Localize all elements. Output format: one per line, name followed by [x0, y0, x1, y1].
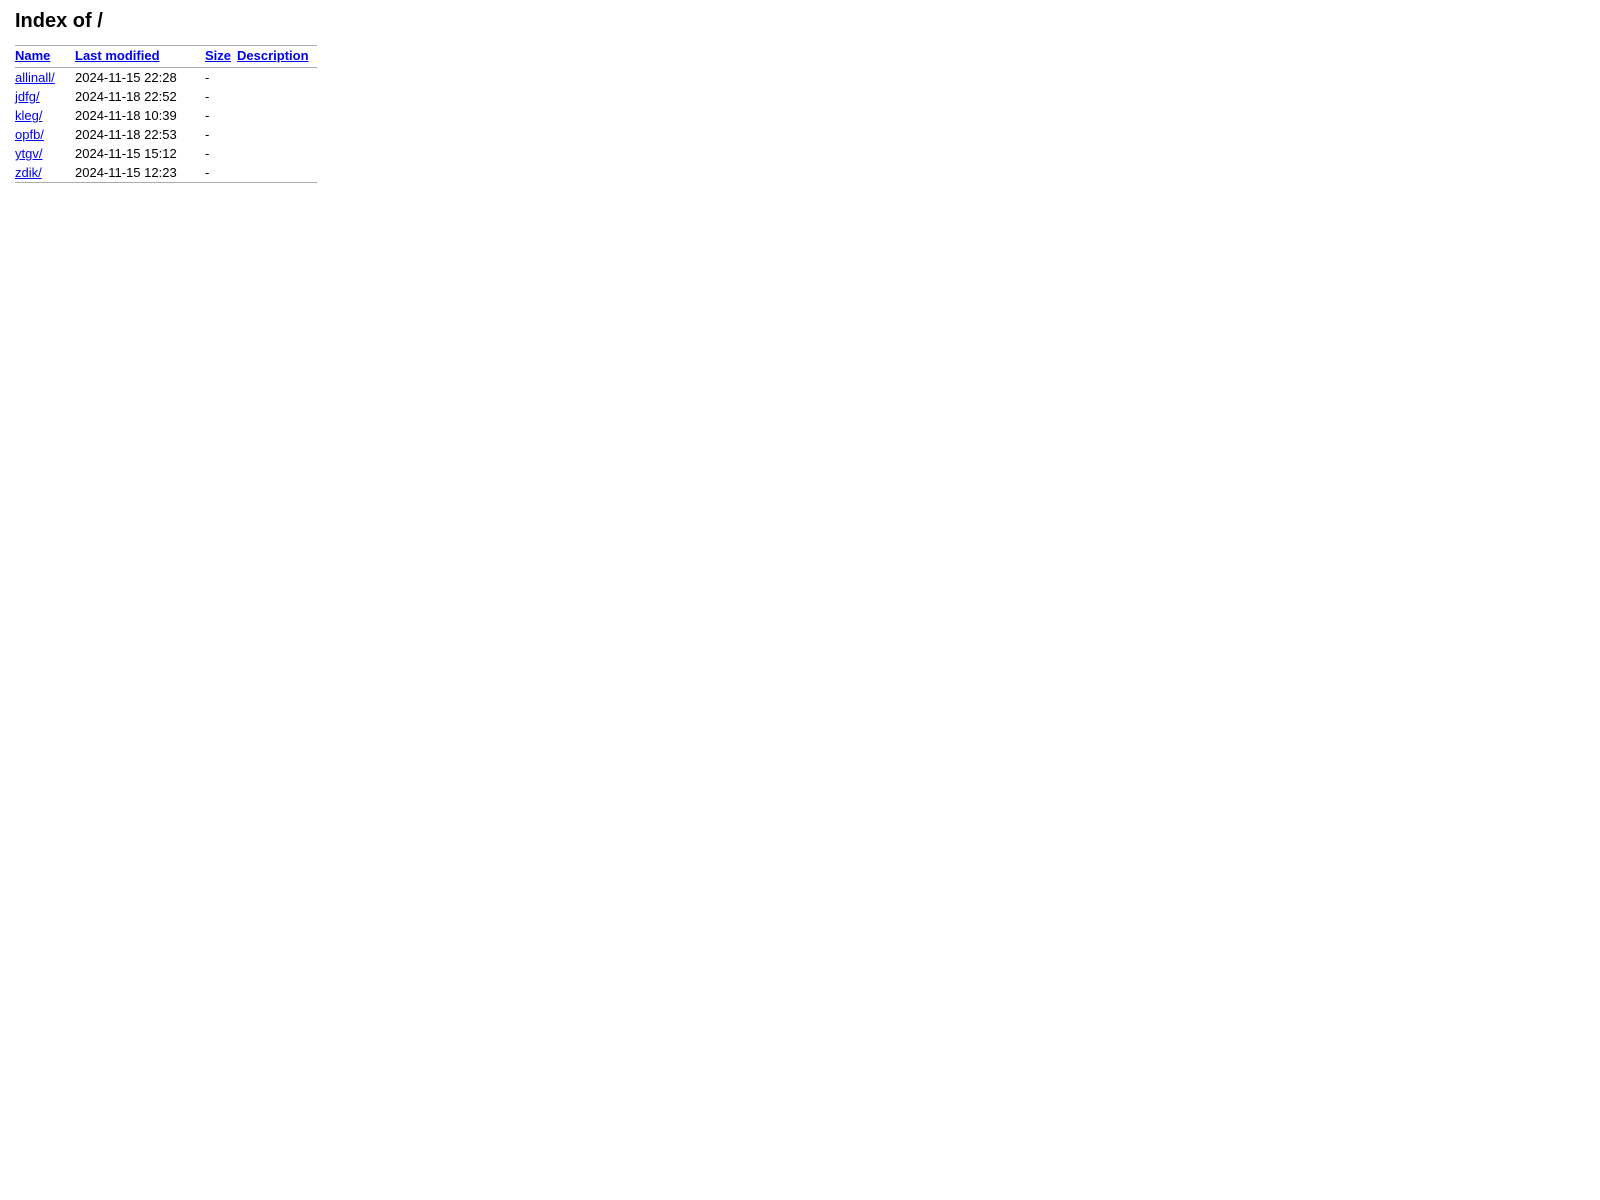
table-row: zdik/2024-11-15 12:23-	[15, 163, 317, 183]
page-title: Index of /	[15, 10, 1585, 33]
directory-link[interactable]: zdik/	[15, 165, 42, 180]
directory-link[interactable]: opfb/	[15, 127, 44, 142]
table-footer-cell	[15, 183, 317, 188]
cell-description	[237, 125, 317, 144]
cell-size: -	[205, 68, 237, 88]
col-description-link[interactable]: Description	[237, 48, 309, 63]
cell-last-modified: 2024-11-15 12:23	[75, 163, 205, 183]
table-row: opfb/2024-11-18 22:53-	[15, 125, 317, 144]
cell-size: -	[205, 144, 237, 163]
cell-size: -	[205, 87, 237, 106]
cell-last-modified: 2024-11-18 10:39	[75, 106, 205, 125]
table-footer-row	[15, 183, 317, 188]
directory-link[interactable]: allinall/	[15, 70, 55, 85]
table-row: jdfg/2024-11-18 22:52-	[15, 87, 317, 106]
col-header-description: Description	[237, 46, 317, 68]
cell-name: kleg/	[15, 106, 75, 125]
cell-size: -	[205, 163, 237, 183]
col-size-link[interactable]: Size	[205, 48, 231, 63]
table-header-row: Name Last modified Size Description	[15, 46, 317, 68]
cell-size: -	[205, 106, 237, 125]
col-header-name: Name	[15, 46, 75, 68]
directory-table: Name Last modified Size Description alli…	[15, 45, 317, 187]
directory-link[interactable]: kleg/	[15, 108, 42, 123]
cell-last-modified: 2024-11-15 15:12	[75, 144, 205, 163]
col-last-modified-link[interactable]: Last modified	[75, 48, 160, 63]
cell-last-modified: 2024-11-15 22:28	[75, 68, 205, 88]
cell-size: -	[205, 125, 237, 144]
cell-name: jdfg/	[15, 87, 75, 106]
cell-last-modified: 2024-11-18 22:53	[75, 125, 205, 144]
cell-name: allinall/	[15, 68, 75, 88]
table-row: allinall/2024-11-15 22:28-	[15, 68, 317, 88]
col-name-link[interactable]: Name	[15, 48, 50, 63]
cell-description	[237, 68, 317, 88]
directory-link[interactable]: jdfg/	[15, 89, 40, 104]
cell-name: ytgv/	[15, 144, 75, 163]
cell-name: zdik/	[15, 163, 75, 183]
cell-last-modified: 2024-11-18 22:52	[75, 87, 205, 106]
col-header-last-modified: Last modified	[75, 46, 205, 68]
cell-description	[237, 87, 317, 106]
cell-description	[237, 163, 317, 183]
directory-link[interactable]: ytgv/	[15, 146, 42, 161]
col-header-size: Size	[205, 46, 237, 68]
cell-description	[237, 144, 317, 163]
table-row: ytgv/2024-11-15 15:12-	[15, 144, 317, 163]
table-row: kleg/2024-11-18 10:39-	[15, 106, 317, 125]
cell-name: opfb/	[15, 125, 75, 144]
cell-description	[237, 106, 317, 125]
